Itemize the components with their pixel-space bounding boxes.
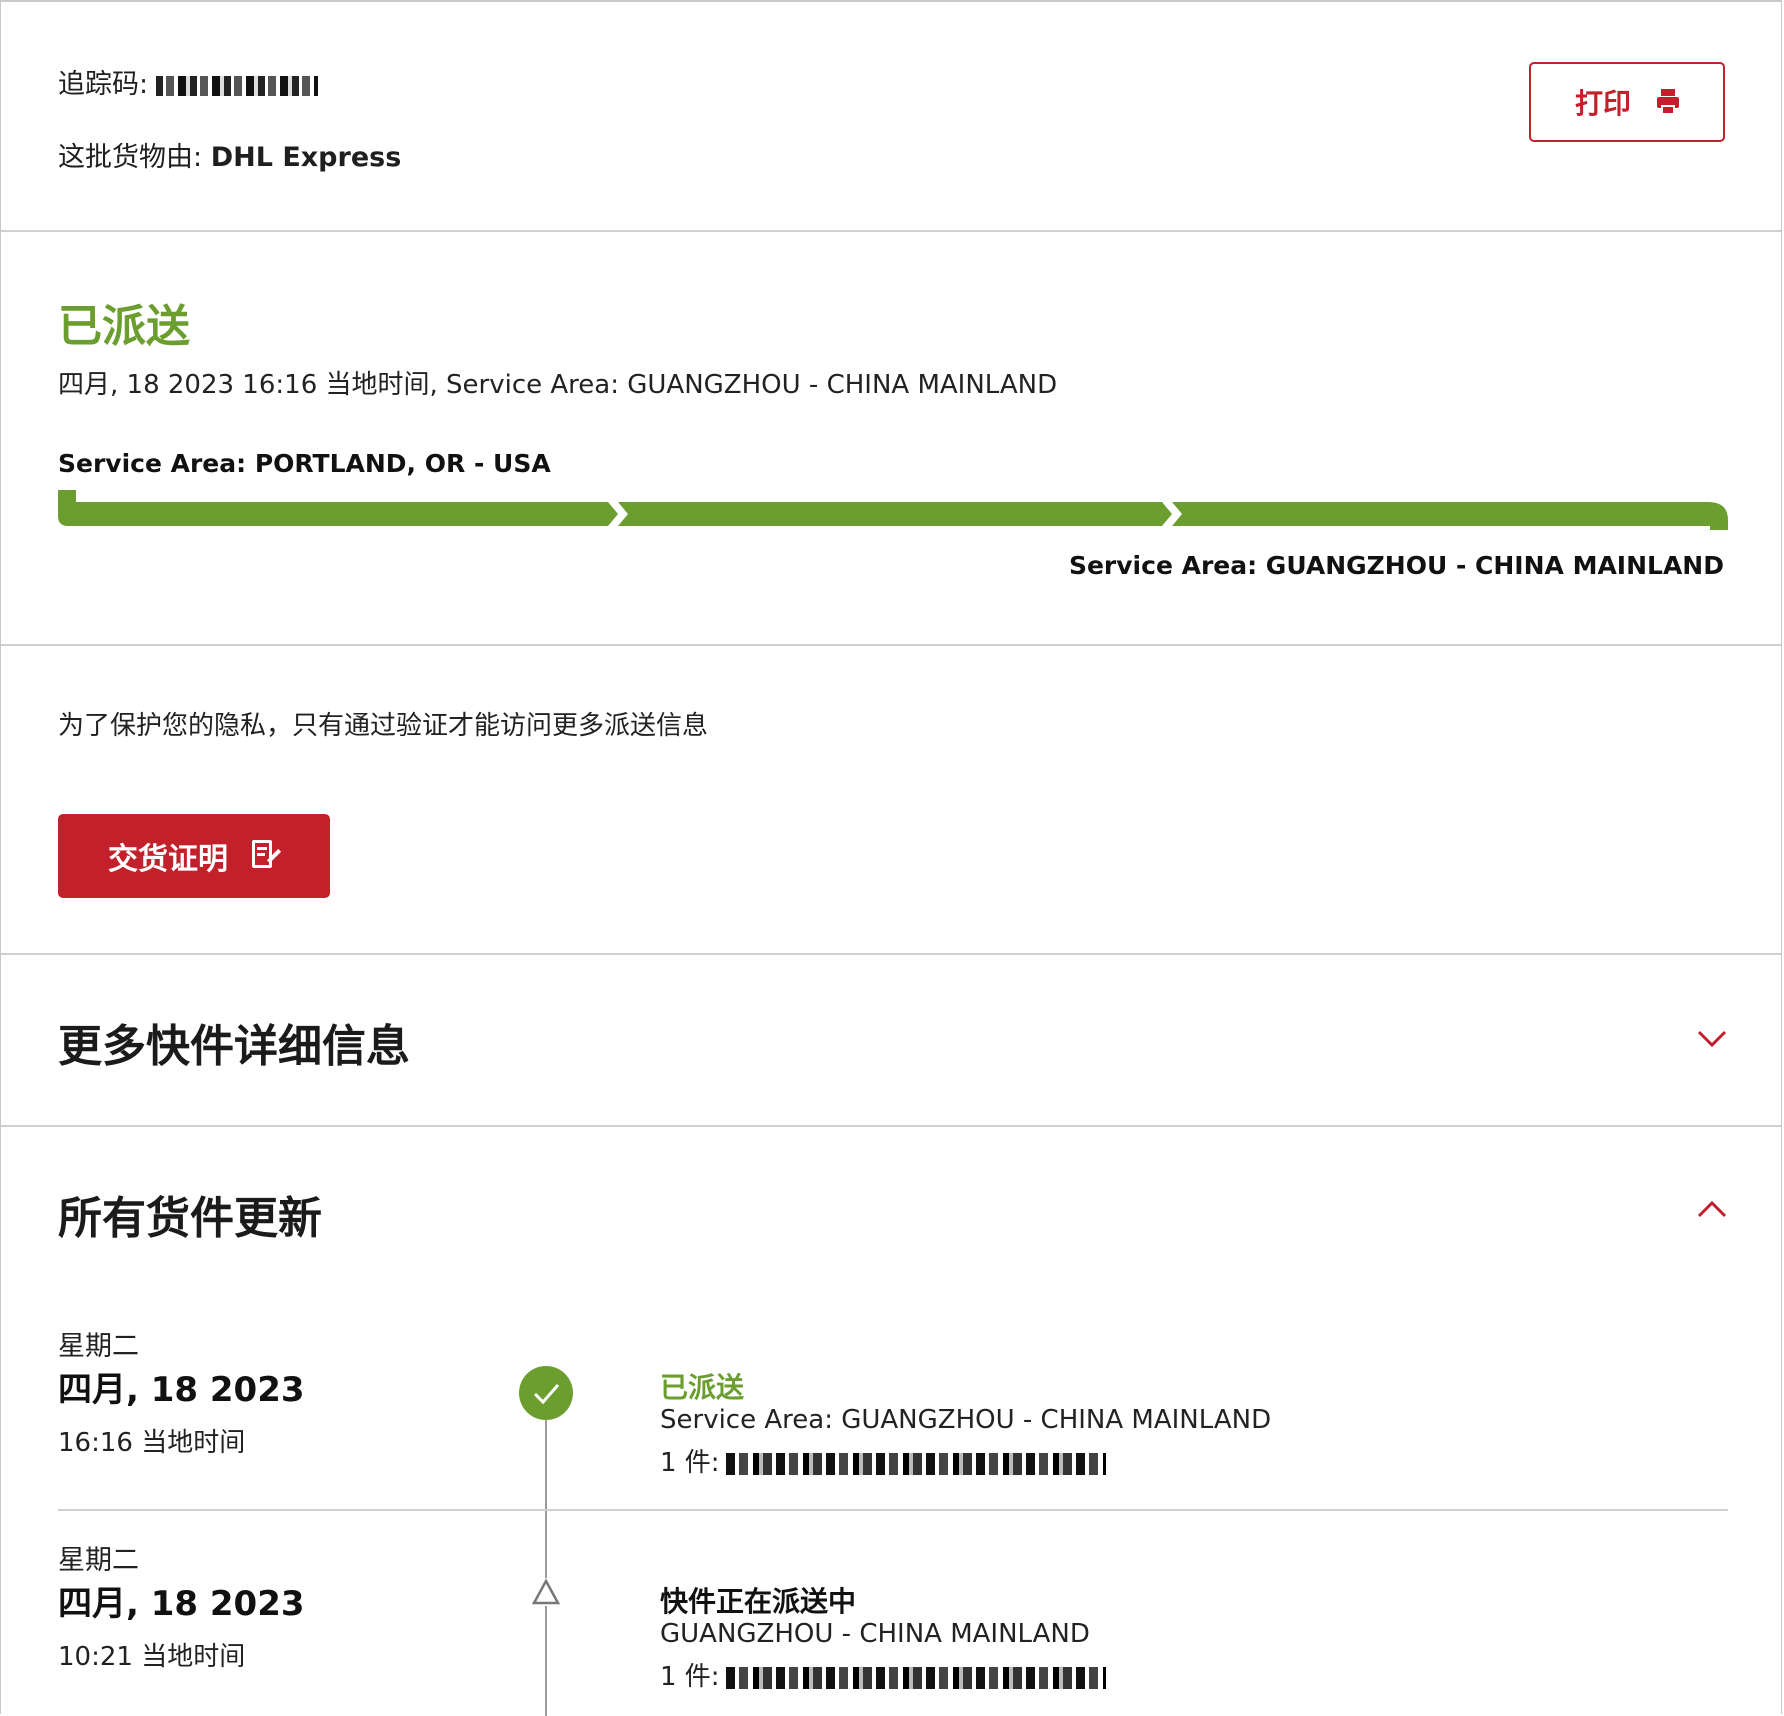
all-updates-title: 所有货件更新 <box>58 1193 322 1244</box>
document-sign-icon <box>252 840 282 872</box>
status-section <box>1 232 1781 646</box>
event-date: 四月, 18 2023 <box>58 1370 305 1410</box>
event-time: 16:16 当地时间 <box>58 1428 246 1458</box>
tracking-page: 追踪码: 这批货物由: DHL Express 打印 已派送 四月, 18 20… <box>0 0 1782 1716</box>
piece-id-redacted <box>725 1452 1106 1475</box>
event-title: 已派送 <box>660 1371 745 1404</box>
proof-of-delivery-button[interactable]: 交货证明 <box>58 814 330 898</box>
piece-id-redacted <box>725 1666 1106 1689</box>
origin-service-area: Service Area: PORTLAND, OR - USA <box>58 449 551 478</box>
event-piece: 1 件: <box>660 1656 1106 1693</box>
event-piece-label: 1 件: <box>660 1448 720 1478</box>
delivery-status-subtitle: 四月, 18 2023 16:16 当地时间, Service Area: GU… <box>58 370 1058 400</box>
event-title: 快件正在派送中 <box>660 1585 857 1618</box>
proof-of-delivery-label: 交货证明 <box>108 842 228 877</box>
event-piece: 1 件: <box>660 1442 1106 1479</box>
transit-triangle-icon <box>531 1578 561 1606</box>
carrier-label: 这批货物由: <box>58 142 203 173</box>
event-divider <box>58 1509 1728 1511</box>
shipment-header: 追踪码: 这批货物由: DHL Express 打印 <box>1 2 1781 232</box>
print-button[interactable]: 打印 <box>1529 62 1725 142</box>
privacy-message: 为了保护您的隐私，只有通过验证才能访问更多派送信息 <box>58 711 709 741</box>
carrier-line: 这批货物由: DHL Express <box>58 135 401 174</box>
route-progress-segment-1 <box>58 490 618 526</box>
chevron-down-icon[interactable] <box>1697 1024 1727 1054</box>
delivered-check-icon <box>519 1366 573 1420</box>
event-location: Service Area: GUANGZHOU - CHINA MAINLAND <box>660 1405 1272 1435</box>
delivery-status-title: 已派送 <box>58 301 190 352</box>
event-day: 星期二 <box>58 1545 139 1576</box>
event-piece-label: 1 件: <box>660 1662 720 1692</box>
chevron-up-icon[interactable] <box>1697 1194 1727 1224</box>
timeline-line <box>545 1420 547 1716</box>
route-progress-bar <box>58 490 1728 530</box>
print-label: 打印 <box>1574 87 1631 120</box>
event-location: GUANGZHOU - CHINA MAINLAND <box>660 1619 1090 1649</box>
event-time: 10:21 当地时间 <box>58 1642 246 1672</box>
tracking-number-redacted <box>156 75 319 96</box>
route-progress-segment-3 <box>1172 502 1728 530</box>
tracking-label: 追踪码: <box>58 69 149 100</box>
tracking-code: 追踪码: <box>58 62 319 101</box>
more-details-title: 更多快件详细信息 <box>58 1021 410 1072</box>
event-date: 四月, 18 2023 <box>58 1584 305 1624</box>
printer-icon <box>1657 89 1679 115</box>
destination-service-area: Service Area: GUANGZHOU - CHINA MAINLAND <box>1068 551 1724 580</box>
carrier-name: DHL Express <box>210 142 402 173</box>
route-progress-segment-2 <box>618 502 1172 526</box>
event-day: 星期二 <box>58 1331 139 1362</box>
privacy-section <box>1 646 1781 955</box>
